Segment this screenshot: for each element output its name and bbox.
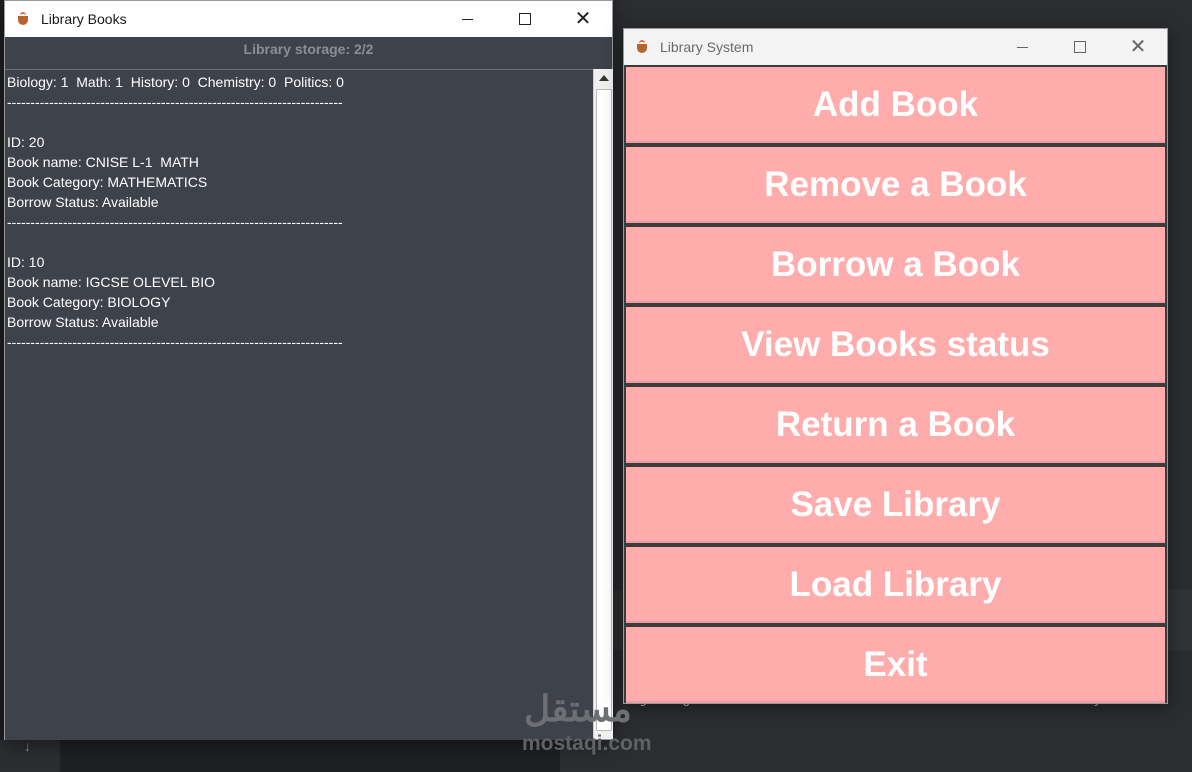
close-icon: ✕ [1129,36,1147,58]
remove-book-button[interactable]: Remove a Book [626,147,1165,223]
maximize-icon [519,13,531,25]
close-button[interactable]: ✕ [1109,29,1167,65]
save-library-button[interactable]: Save Library [626,467,1165,543]
watermark: مستقل mostaqi.com [520,688,670,758]
library-system-window: Library System ✕ Add Book Remove a Book … [623,28,1168,704]
titlebar[interactable]: Library Books ✕ [5,1,612,37]
book-id: ID: 10 [7,254,45,270]
titlebar[interactable]: Library System ✕ [624,29,1167,65]
minimize-icon [1016,46,1028,48]
book-category: Book Category: BIOLOGY [7,294,171,310]
borrow-status: Borrow Status: Available [7,194,159,210]
minimize-icon [461,18,473,20]
return-book-button[interactable]: Return a Book [626,387,1165,463]
watermark-logo: مستقل [524,688,632,729]
maximize-button[interactable] [1051,29,1109,65]
category-counts: Biology: 1 Math: 1 History: 0 Chemistry:… [7,74,344,90]
window-title: Library Books [41,11,127,27]
storage-status: Library storage: 2/2 [5,37,612,69]
load-library-button[interactable]: Load Library [626,547,1165,623]
arrow-down-icon[interactable]: ↓ [24,738,31,754]
minimize-button[interactable] [438,1,496,37]
main-menu: Add Book Remove a Book Borrow a Book Vie… [624,65,1167,703]
separator-line: ----------------------------------------… [7,94,343,110]
book-name: Book name: IGCSE OLEVEL BIO [7,274,216,290]
java-cup-icon [15,12,33,26]
java-cup-icon [634,40,652,54]
close-button[interactable]: ✕ [554,1,612,37]
maximize-button[interactable] [496,1,554,37]
watermark-site: mostaqi.com [522,732,652,755]
maximize-icon [1074,41,1086,53]
exit-button[interactable]: Exit [626,627,1165,703]
borrow-status: Borrow Status: Available [7,314,159,330]
books-text-area[interactable]: Biology: 1 Math: 1 History: 0 Chemistry:… [5,69,593,740]
close-icon: ✕ [574,8,592,30]
add-book-button[interactable]: Add Book [626,67,1165,143]
scroll-thumb[interactable] [596,89,612,731]
window-title: Library System [660,39,754,55]
separator-line: ----------------------------------------… [7,214,343,230]
book-name: Book name: CNISE L-1 MATH [7,154,199,170]
book-category: Book Category: MATHEMATICS [7,174,208,190]
separator-line: ----------------------------------------… [7,334,343,350]
window-controls: ✕ [438,1,612,37]
book-id: ID: 20 [7,134,45,150]
window-controls: ✕ [993,29,1167,65]
minimize-button[interactable] [993,29,1051,65]
borrow-book-button[interactable]: Borrow a Book [626,227,1165,303]
scroll-up-arrow-icon[interactable] [594,69,613,87]
vertical-scrollbar[interactable] [593,69,613,739]
library-books-window: Library Books ✕ Library storage: 2/2 Bio… [4,0,613,740]
view-books-status-button[interactable]: View Books status [626,307,1165,383]
